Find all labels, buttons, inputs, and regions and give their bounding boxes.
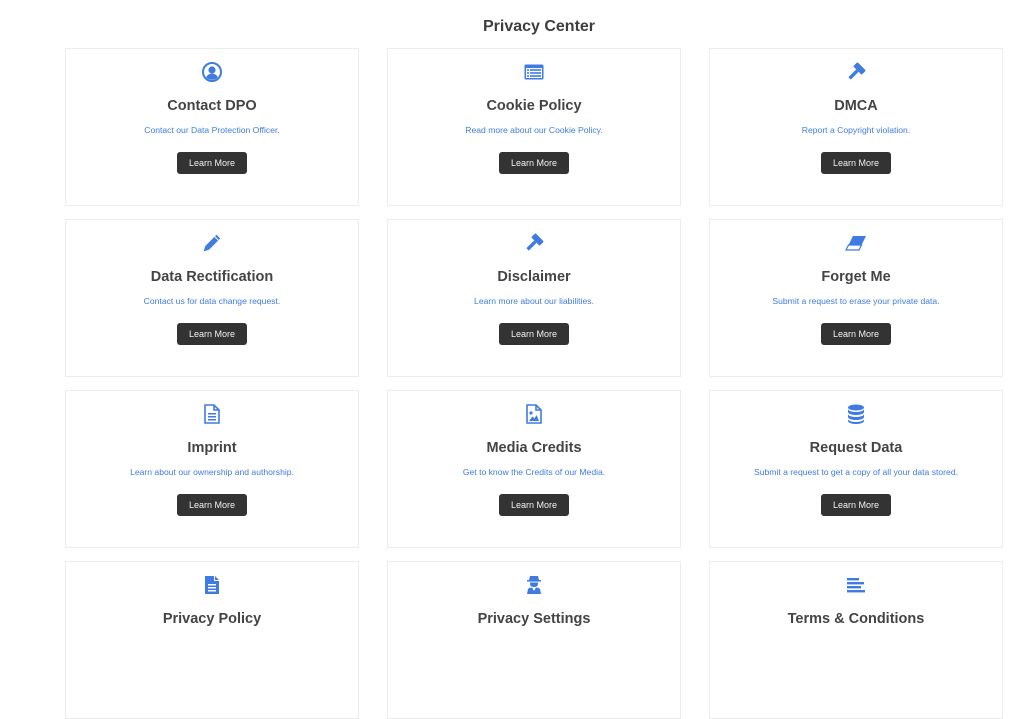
- learn-more-button[interactable]: Learn More: [499, 494, 569, 516]
- file-text-icon: [66, 574, 358, 596]
- learn-more-button[interactable]: Learn More: [821, 152, 891, 174]
- privacy-card-grid: Contact DPO Contact our Data Protection …: [65, 48, 1003, 719]
- user-circle-icon: [66, 61, 358, 83]
- learn-more-button[interactable]: Learn More: [499, 152, 569, 174]
- card-privacy-settings: Privacy Settings: [387, 561, 681, 719]
- align-left-icon: [710, 574, 1002, 596]
- card-title: Privacy Settings: [477, 611, 591, 627]
- card-title: Contact DPO: [167, 98, 257, 114]
- card-description: Get to know the Credits of our Media.: [462, 467, 606, 477]
- learn-more-button[interactable]: Learn More: [177, 152, 247, 174]
- card-imprint: Imprint Learn about our ownership and au…: [65, 390, 359, 548]
- card-title: Media Credits: [486, 440, 582, 456]
- file-text-outline-icon: [66, 403, 358, 425]
- page-title: Privacy Center: [482, 18, 596, 35]
- card-description: Submit a request to erase your private d…: [772, 296, 940, 306]
- learn-more-button[interactable]: Learn More: [499, 323, 569, 345]
- card-data-rectification: Data Rectification Contact us for data c…: [65, 219, 359, 377]
- learn-more-button[interactable]: Learn More: [821, 323, 891, 345]
- card-description: Learn about our ownership and authorship…: [130, 467, 294, 477]
- card-request-data: Request Data Submit a request to get a c…: [709, 390, 1003, 548]
- card-description: Read more about our Cookie Policy.: [465, 125, 603, 135]
- pencil-icon: [66, 232, 358, 254]
- card-title: Imprint: [187, 440, 237, 456]
- card-forget-me: Forget Me Submit a request to erase your…: [709, 219, 1003, 377]
- card-title: DMCA: [834, 98, 878, 114]
- gavel-icon: [710, 61, 1002, 83]
- database-icon: [710, 403, 1002, 425]
- eraser-icon: [710, 232, 1002, 254]
- card-title: Forget Me: [821, 269, 891, 285]
- card-description: Submit a request to get a copy of all yo…: [754, 467, 958, 477]
- card-privacy-policy: Privacy Policy: [65, 561, 359, 719]
- card-description: Learn more about our liabilities.: [474, 296, 594, 306]
- card-title: Terms & Conditions: [787, 611, 925, 627]
- learn-more-button[interactable]: Learn More: [177, 323, 247, 345]
- card-title: Data Rectification: [150, 269, 274, 285]
- card-description: Contact us for data change request.: [143, 296, 281, 306]
- card-cookie-policy: Cookie Policy Read more about our Cookie…: [387, 48, 681, 206]
- card-disclaimer: Disclaimer Learn more about our liabilit…: [387, 219, 681, 377]
- card-title: Cookie Policy: [486, 98, 582, 114]
- card-title: Disclaimer: [497, 269, 571, 285]
- card-description: Contact our Data Protection Officer.: [144, 125, 280, 135]
- learn-more-button[interactable]: Learn More: [177, 494, 247, 516]
- card-title: Request Data: [809, 440, 903, 456]
- user-secret-icon: [388, 574, 680, 596]
- card-title: Privacy Policy: [162, 611, 262, 627]
- gavel-icon: [388, 232, 680, 254]
- learn-more-button[interactable]: Learn More: [821, 494, 891, 516]
- card-dmca: DMCA Report a Copyright violation. Learn…: [709, 48, 1003, 206]
- card-media-credits: Media Credits Get to know the Credits of…: [387, 390, 681, 548]
- card-terms-conditions: Terms & Conditions: [709, 561, 1003, 719]
- list-alt-icon: [388, 61, 680, 83]
- card-description: Report a Copyright violation.: [801, 125, 911, 135]
- file-image-icon: [388, 403, 680, 425]
- card-contact-dpo: Contact DPO Contact our Data Protection …: [65, 48, 359, 206]
